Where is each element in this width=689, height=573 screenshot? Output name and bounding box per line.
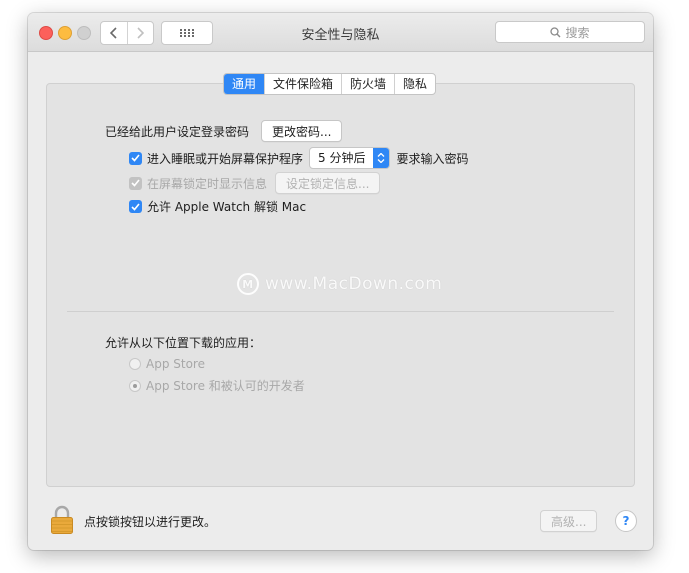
- require-password-suffix: 要求输入密码: [396, 151, 469, 166]
- apple-watch-label: 允许 Apple Watch 解锁 Mac: [147, 200, 307, 214]
- watermark-logo: M: [237, 273, 259, 295]
- watermark: M www.MacDown.com: [237, 273, 442, 295]
- search-placeholder: 搜索: [565, 25, 590, 40]
- downloads-heading-row: 允许从以下位置下载的应用：: [105, 334, 261, 351]
- apple-watch-row: 允许 Apple Watch 解锁 Mac: [129, 198, 306, 215]
- lock-button[interactable]: [50, 505, 74, 538]
- advanced-button[interactable]: 高级...: [540, 510, 598, 532]
- checkmark-icon: [131, 154, 140, 162]
- require-password-row: 进入睡眠或开始屏幕保护程序 5 分钟后 要求输入密码: [129, 147, 468, 169]
- lock-icon: [51, 505, 73, 534]
- password-set-label: 已经给此用户设定登录密码: [105, 124, 250, 139]
- tab-filevault[interactable]: 文件保险箱: [264, 74, 341, 94]
- section-divider: [67, 311, 614, 312]
- app-store-identified-radio[interactable]: [129, 379, 141, 392]
- apple-watch-checkbox[interactable]: [129, 200, 142, 213]
- tab-firewall[interactable]: 防火墙: [341, 74, 394, 94]
- lock-instruction-text: 点按锁按钮以进行更改。: [84, 515, 217, 529]
- set-lock-message-button[interactable]: 设定锁定信息...: [275, 172, 381, 194]
- show-message-row: 在屏幕锁定时显示信息 设定锁定信息...: [129, 172, 381, 194]
- download-option-app-store-identified: App Store 和被认可的开发者: [129, 377, 305, 394]
- downloads-heading: 允许从以下位置下载的应用：: [105, 336, 262, 350]
- require-password-checkbox[interactable]: [129, 151, 142, 165]
- app-store-label: App Store: [146, 357, 205, 371]
- title-bar: 安全性与隐私 搜索: [28, 13, 653, 52]
- require-password-label: 进入睡眠或开始屏幕保护程序: [147, 151, 304, 166]
- show-message-checkbox[interactable]: [129, 176, 142, 190]
- app-store-radio[interactable]: [129, 358, 141, 370]
- tab-general[interactable]: 通用: [224, 74, 265, 94]
- show-message-label: 在屏幕锁定时显示信息: [147, 176, 268, 191]
- search-field[interactable]: 搜索: [495, 21, 645, 43]
- checkmark-icon: [131, 202, 140, 211]
- change-password-button[interactable]: 更改密码...: [261, 120, 343, 142]
- tab-bar: 通用 文件保险箱 防火墙 隐私: [223, 73, 437, 95]
- password-delay-popup[interactable]: 5 分钟后: [309, 147, 391, 169]
- watermark-text: www.MacDown.com: [265, 274, 443, 294]
- password-row: 已经给此用户设定登录密码 更改密码...: [105, 120, 343, 142]
- tab-privacy[interactable]: 隐私: [394, 74, 435, 94]
- general-panel: 已经给此用户设定登录密码 更改密码... 进入睡眠或开始屏幕保护程序 5 分钟后…: [46, 83, 635, 487]
- checkmark-icon: [131, 179, 140, 187]
- preferences-window: 安全性与隐私 搜索 通用 文件保险箱 防火墙 隐私 已经给此用户设定登录密码 更…: [28, 13, 653, 550]
- app-store-identified-label: App Store 和被认可的开发者: [146, 379, 305, 393]
- popup-arrows-icon: [373, 148, 390, 168]
- search-icon: [550, 26, 561, 37]
- password-delay-value: 5 分钟后: [318, 151, 366, 165]
- help-button[interactable]: ?: [615, 510, 637, 532]
- download-option-app-store: App Store: [129, 357, 205, 371]
